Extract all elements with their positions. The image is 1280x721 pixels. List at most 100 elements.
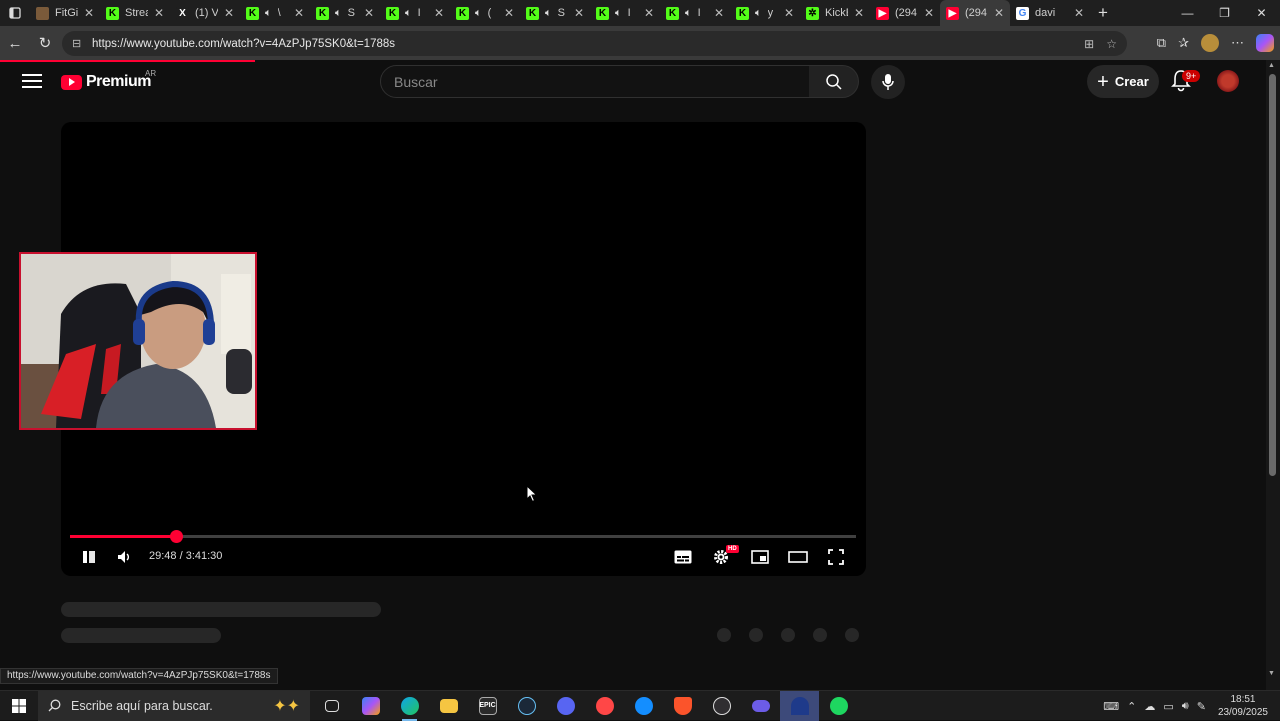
youtube-page: Premium AR Buscar + Crear 9+ 29:48 / 3:4… [0, 60, 1280, 690]
copilot-icon[interactable] [1256, 34, 1274, 52]
progress-bar[interactable] [70, 530, 856, 543]
browser-tab[interactable]: K 🔈︎ S ✕ [310, 0, 380, 26]
tab-close-icon[interactable]: ✕ [84, 6, 94, 20]
tab-close-icon[interactable]: ✕ [924, 6, 934, 20]
restore-button[interactable]: ❐ [1206, 0, 1243, 26]
extensions-icon[interactable]: ⧉ [1157, 35, 1166, 51]
scrollbar-thumb[interactable] [1269, 74, 1276, 476]
reload-button[interactable]: ↻ [30, 34, 60, 52]
tab-close-icon[interactable]: ✕ [784, 6, 794, 20]
edge-icon[interactable] [390, 691, 429, 721]
tab-close-icon[interactable]: ✕ [574, 6, 584, 20]
tab-audio-icon[interactable]: 🔈︎ [545, 7, 552, 20]
tab-audio-icon[interactable]: 🔈︎ [335, 7, 342, 20]
scroll-up-arrow-icon[interactable]: ▲ [1268, 62, 1275, 69]
discord-icon[interactable] [546, 691, 585, 721]
more-menu-icon[interactable]: ⋯ [1231, 35, 1244, 51]
scrubber-handle[interactable] [169, 530, 183, 543]
tab-close-icon[interactable]: ✕ [434, 6, 444, 20]
tab-close-icon[interactable]: ✕ [154, 6, 164, 20]
action-placeholder [845, 628, 859, 642]
tab-audio-icon[interactable]: 🔈︎ [755, 7, 762, 20]
close-window-button[interactable]: ✕ [1243, 0, 1280, 26]
browser-tab[interactable]: ✲ KickE ✕ [800, 0, 870, 26]
spotify-icon[interactable] [819, 691, 858, 721]
action-placeholder [749, 628, 763, 642]
tab-audio-icon[interactable]: 🔈︎ [265, 7, 272, 20]
app-icon[interactable] [780, 690, 819, 721]
keyboard-icon[interactable]: ⌨ [1103, 700, 1119, 713]
tab-close-icon[interactable]: ✕ [294, 6, 304, 20]
play-pause-button[interactable] [79, 547, 99, 567]
tab-close-icon[interactable]: ✕ [504, 6, 514, 20]
create-button[interactable]: + Crear [1087, 65, 1159, 98]
tab-audio-icon[interactable]: 🔈︎ [685, 7, 692, 20]
tab-audio-icon[interactable]: 🔈︎ [475, 7, 482, 20]
browser-tab[interactable]: Gdavi ✕ [1010, 0, 1090, 26]
back-button[interactable]: ← [0, 35, 30, 52]
battlenet-icon[interactable] [624, 691, 663, 721]
account-avatar[interactable] [1217, 70, 1239, 92]
tab-audio-icon[interactable]: 🔈︎ [405, 7, 412, 20]
favorite-star-icon[interactable]: ☆ [1106, 37, 1117, 51]
site-info-icon[interactable]: ⊟ [72, 37, 86, 50]
address-bar[interactable]: ⊟ https://www.youtube.com/watch?v=4AzPJp… [62, 31, 1127, 56]
browser-tab[interactable]: K 🔈︎ I ✕ [590, 0, 660, 26]
miniplayer-button[interactable] [750, 547, 770, 567]
new-tab-button[interactable]: + [1090, 3, 1116, 23]
start-button[interactable] [0, 691, 38, 721]
theater-mode-button[interactable] [788, 547, 808, 567]
network-icon[interactable]: ☁ [1144, 700, 1155, 713]
browser-tab[interactable]: FitGi ✕ [30, 0, 100, 26]
voice-search-button[interactable] [871, 65, 905, 99]
browser-tab[interactable]: K 🔈︎ I ✕ [660, 0, 730, 26]
show-hidden-icons[interactable]: ⌃ [1127, 700, 1136, 713]
theater-icon [788, 551, 808, 563]
obs-icon[interactable] [702, 691, 741, 721]
plus-icon: + [1097, 70, 1109, 93]
mute-button[interactable] [114, 547, 134, 567]
tab-close-icon[interactable]: ✕ [854, 6, 864, 20]
tab-close-icon[interactable]: ✕ [1074, 6, 1084, 20]
brave-icon[interactable] [663, 691, 702, 721]
browser-tab[interactable]: K 🔈︎ \ ✕ [240, 0, 310, 26]
guide-menu-icon[interactable] [22, 72, 42, 90]
browser-tab[interactable]: K 🔈︎ y ✕ [730, 0, 800, 26]
game-controller-icon[interactable] [741, 691, 780, 721]
search-input[interactable]: Buscar [380, 65, 810, 98]
steam-icon[interactable] [507, 691, 546, 721]
tab-close-icon[interactable]: ✕ [364, 6, 374, 20]
browser-tab[interactable]: K 🔈︎ (✕ [450, 0, 520, 26]
taskbar-search-box[interactable]: Escribe aquí para buscar. ✦✦ [38, 690, 310, 721]
epic-games-icon[interactable]: EPIC [468, 691, 507, 721]
file-explorer-icon[interactable] [429, 691, 468, 721]
fullscreen-button[interactable] [826, 547, 846, 567]
tab-actions-icon[interactable] [0, 0, 30, 26]
profile-avatar[interactable] [1201, 34, 1219, 52]
favorites-icon[interactable]: ✰ [1178, 35, 1189, 51]
browser-tab[interactable]: ▶ (294 ✕ [870, 0, 940, 26]
tab-close-icon[interactable]: ✕ [644, 6, 654, 20]
tab-close-icon[interactable]: ✕ [994, 6, 1004, 20]
tab-close-icon[interactable]: ✕ [714, 6, 724, 20]
task-view-icon[interactable] [312, 691, 351, 721]
browser-tab[interactable]: K Strea ✕ [100, 0, 170, 26]
tab-close-icon[interactable]: ✕ [224, 6, 234, 20]
clock[interactable]: 18:51 23/09/2025 [1214, 693, 1272, 719]
browser-tab[interactable]: ▶ (294 ✕ [940, 0, 1010, 26]
youtube-premium-logo[interactable]: Premium AR [61, 69, 156, 91]
pen-icon[interactable]: ✎ [1197, 700, 1206, 713]
minimize-button[interactable]: — [1169, 0, 1206, 26]
scroll-down-arrow-icon[interactable]: ▼ [1268, 670, 1275, 677]
browser-tab[interactable]: K 🔈︎ S ✕ [520, 0, 590, 26]
browser-tab[interactable]: K 🔈︎ I ✕ [380, 0, 450, 26]
search-button[interactable] [809, 65, 859, 98]
display-icon[interactable]: ▭ [1163, 700, 1173, 713]
copilot-icon[interactable] [351, 691, 390, 721]
tab-audio-icon[interactable]: 🔈︎ [615, 7, 622, 20]
subtitles-button[interactable] [673, 547, 693, 567]
ea-icon[interactable] [585, 691, 624, 721]
volume-icon[interactable]: 🔊︎ [1182, 700, 1189, 713]
app-available-icon[interactable]: ⊞ [1084, 37, 1094, 51]
browser-tab[interactable]: X (1) Vi ✕ [170, 0, 240, 26]
